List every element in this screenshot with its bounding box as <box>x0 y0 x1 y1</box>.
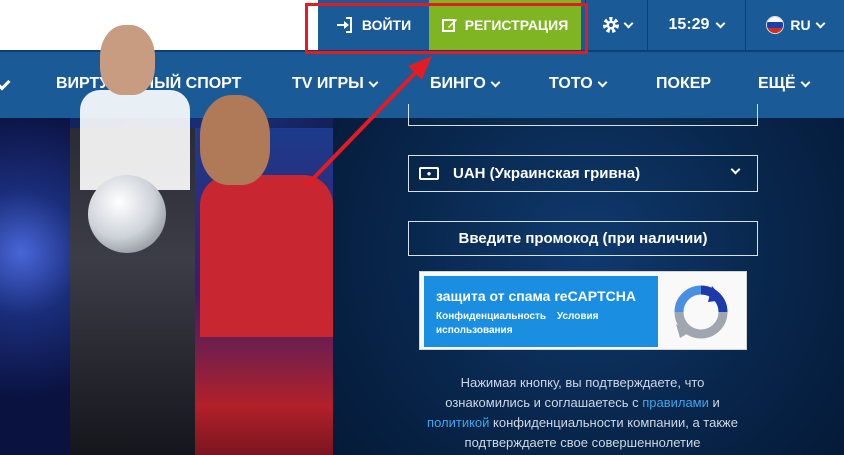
player-figure <box>200 175 333 337</box>
language-code: RU <box>790 17 811 33</box>
edit-icon <box>441 19 457 32</box>
time-value: 15:29 <box>668 16 710 33</box>
login-button[interactable]: ВОЙТИ <box>318 0 429 50</box>
banner-panel <box>0 118 70 455</box>
settings-button[interactable] <box>585 0 647 50</box>
time-selector[interactable]: 15:29 <box>647 0 745 50</box>
chevron-down-icon <box>800 77 811 87</box>
promo-placeholder: Введите промокод (при наличии) <box>458 230 708 247</box>
promo-code-field[interactable]: Введите промокод (при наличии) <box>408 221 758 256</box>
policy-link[interactable]: политикой <box>427 415 489 430</box>
recaptcha-title: защита от спама reCAPTCHA <box>436 288 637 304</box>
nav-label: ПОКЕР <box>656 75 712 92</box>
rules-link[interactable]: правилами <box>642 395 709 410</box>
player-figure <box>100 25 155 95</box>
chevron-down-icon <box>490 77 501 87</box>
nav-label: TV ИГРЫ <box>292 75 364 92</box>
language-selector[interactable]: RU <box>745 0 844 50</box>
register-button[interactable]: РЕГИСТРАЦИЯ <box>429 0 581 50</box>
chevron-down-icon <box>815 18 826 28</box>
nav-label: ТОТО <box>549 75 593 92</box>
form-field-partial[interactable] <box>408 104 758 126</box>
login-label: ВОЙТИ <box>361 17 412 33</box>
chevron-down-icon <box>597 77 608 87</box>
chevron-down-icon <box>368 77 379 87</box>
money-icon: ● <box>419 167 439 180</box>
consent-text: Нажимая кнопку, вы подтверждаете, что оз… <box>420 373 745 453</box>
football-image <box>88 175 166 253</box>
chevron-down-icon <box>716 18 726 28</box>
consent-part: конфиденциальности компании, а также под… <box>464 415 738 450</box>
nav-item-tv-games[interactable]: TV ИГРЫ <box>292 50 379 118</box>
chevron-down-icon <box>730 164 741 175</box>
recaptcha-icon <box>674 285 728 339</box>
consent-part: и <box>708 395 720 410</box>
currency-select[interactable]: ● UAH (Украинская гривна) <box>408 155 758 192</box>
recaptcha-widget[interactable]: защита от спама reCAPTCHA Конфиденциальн… <box>419 271 747 350</box>
nav-label: БИНГО <box>430 75 486 92</box>
chevron-down-icon <box>623 18 634 28</box>
sign-in-icon <box>336 17 352 33</box>
nav-label: ЕЩЁ <box>758 75 796 92</box>
register-label: РЕГИСТРАЦИЯ <box>464 17 569 33</box>
nav-item-more[interactable]: ЕЩЁ <box>758 50 811 118</box>
currency-value: UAH (Украинская гривна) <box>453 165 641 182</box>
russia-flag-icon <box>766 16 785 34</box>
privacy-link[interactable]: Конфиденциальность <box>436 311 546 322</box>
gear-icon <box>603 17 619 33</box>
recaptcha-info: защита от спама reCAPTCHA Конфиденциальн… <box>424 276 658 347</box>
player-figure <box>200 95 270 185</box>
